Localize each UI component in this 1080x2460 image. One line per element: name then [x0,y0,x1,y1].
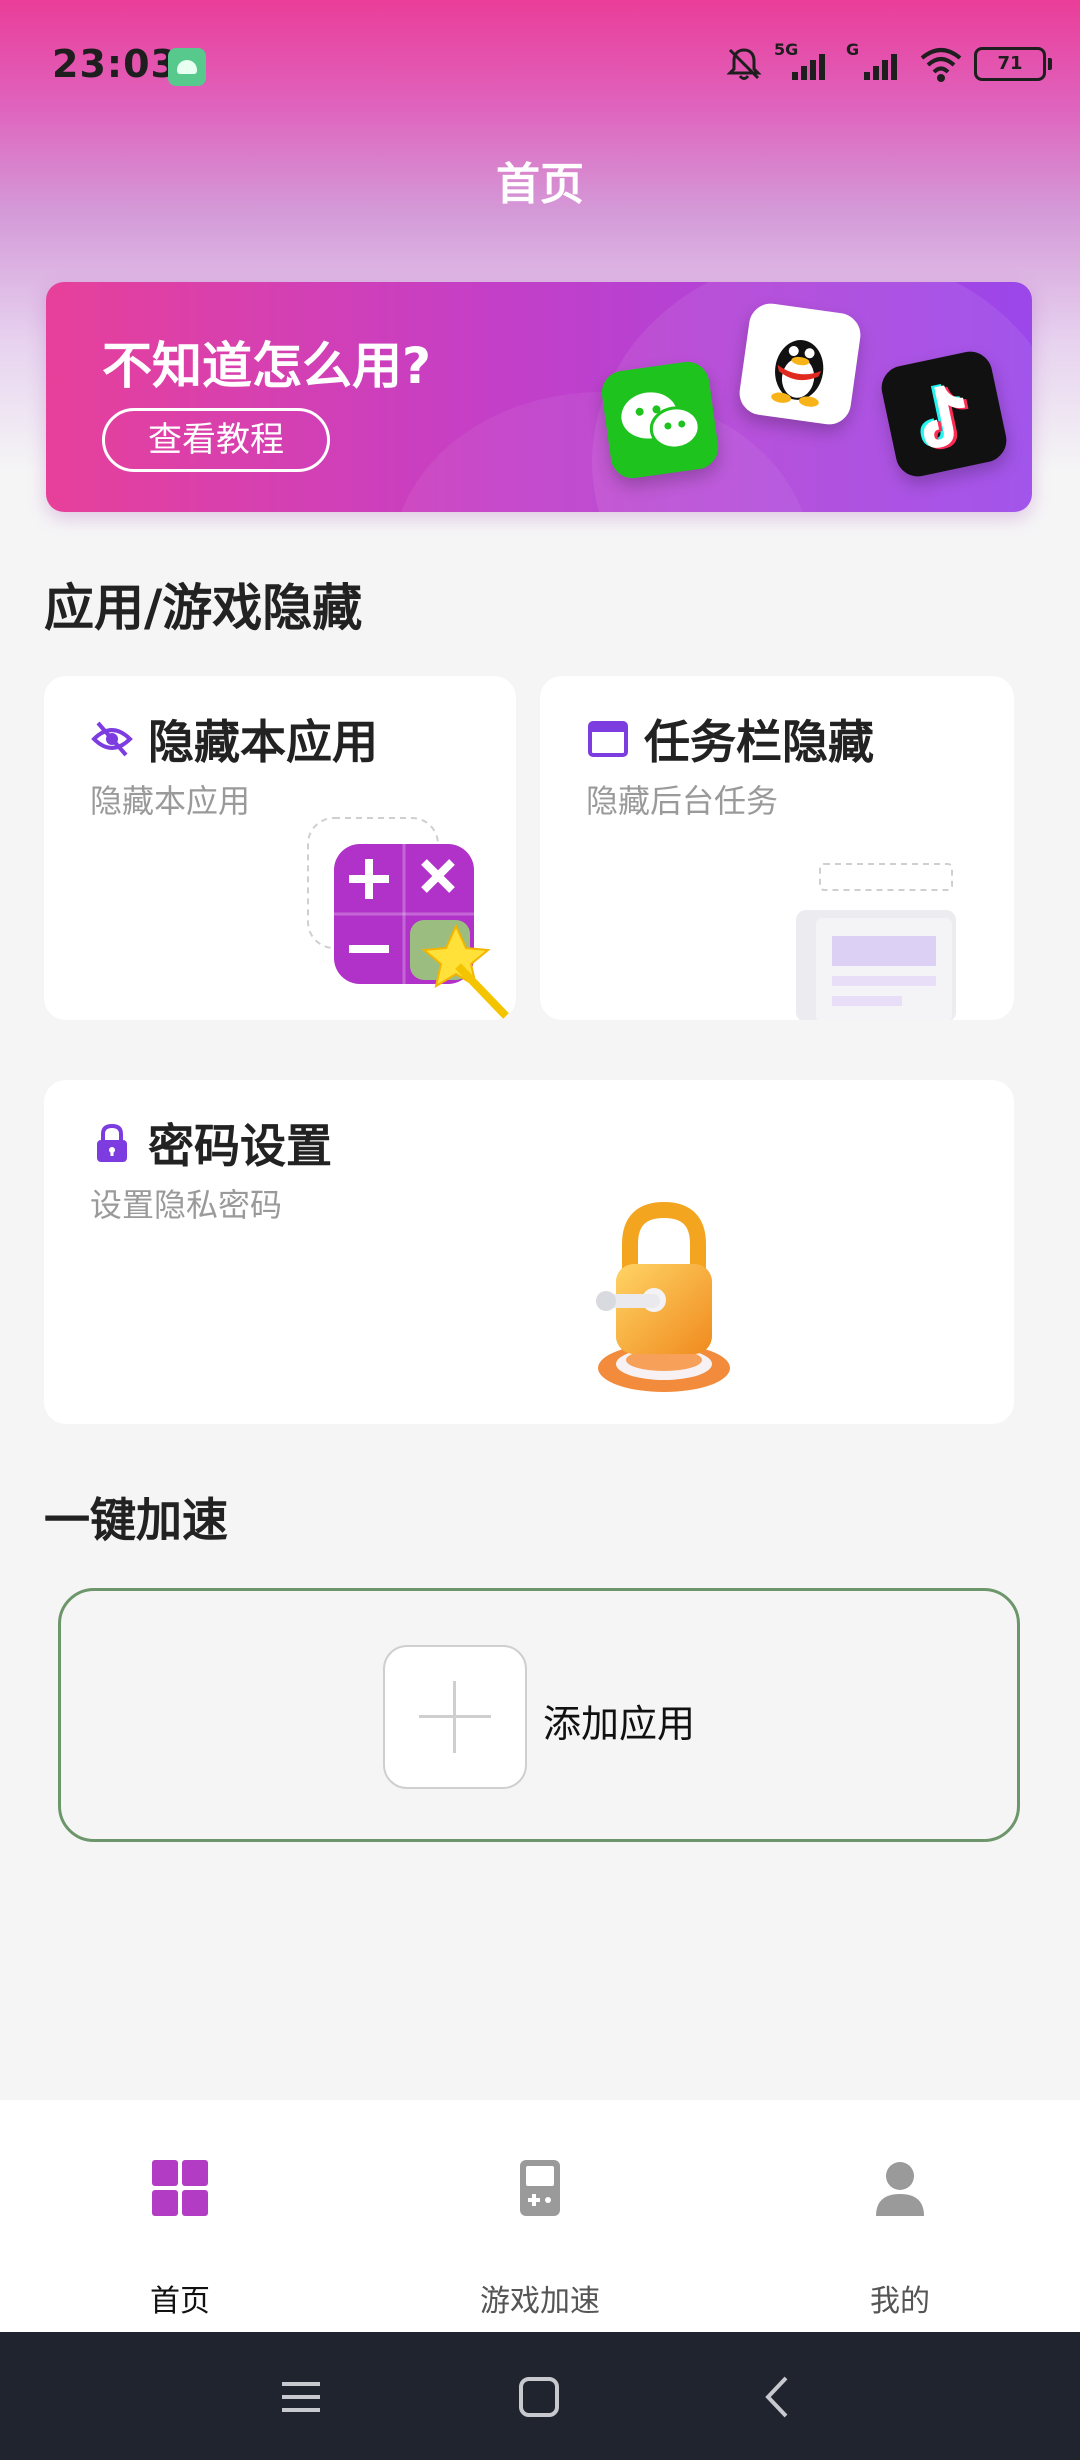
lock-icon [97,1123,127,1162]
taskbar-illustration-icon [796,863,956,1020]
menu-icon[interactable] [278,2374,324,2420]
status-icons: 5G G 71 [724,40,1052,84]
person-icon [876,2162,924,2216]
taskbar-hide-subtitle: 隐藏后台任务 [586,782,779,820]
tutorial-banner[interactable]: 不知道怎么用? 查看教程 [46,282,1032,512]
sim2-label: G [846,40,860,59]
battery-icon: 71 [974,47,1052,81]
wifi-icon [920,48,962,82]
home-square-icon[interactable] [516,2374,562,2420]
hide-app-card[interactable]: 隐藏本应用 隐藏本应用 [44,676,516,1020]
grid-icon [152,2160,208,2216]
tiktok-icon [877,347,1011,481]
one-click-accelerate-panel: 添加应用 [58,1588,1020,1842]
password-title: 密码设置 [90,1110,332,1176]
password-title-text: 密码设置 [148,1119,332,1173]
add-app-label[interactable]: 添加应用 [543,1693,695,1748]
view-tutorial-button[interactable]: 查看教程 [102,408,330,472]
section-title-hide: 应用/游戏隐藏 [44,579,363,637]
add-app-button[interactable] [383,1645,527,1789]
taskbar-hide-title-text: 任务栏隐藏 [644,715,874,769]
status-time: 23:03 [52,42,178,86]
nav-label-game-accelerate: 游戏加速 [480,2284,600,2319]
bell-off-icon [726,48,762,80]
window-icon [588,721,628,757]
nav-item-home[interactable]: 首页 [30,2100,330,2332]
calculator-illustration-icon [307,817,509,1019]
qq-icon [736,300,864,428]
back-chevron-icon[interactable] [756,2374,802,2420]
banner-text: 不知道怎么用? [102,337,432,395]
taskbar-hide-title: 任务栏隐藏 [586,706,874,772]
hide-app-title: 隐藏本应用 [90,706,378,772]
page-title: 首页 [496,159,584,210]
nav-label-mine: 我的 [870,2284,930,2319]
nav-item-mine[interactable]: 我的 [750,2100,1050,2332]
password-subtitle: 设置隐私密码 [90,1186,283,1224]
nav-label-home: 首页 [150,2284,210,2319]
taskbar-hide-card[interactable]: 任务栏隐藏 隐藏后台任务 [540,676,1014,1020]
signal-icon-sim1: 5G [774,40,836,84]
padlock-illustration-icon [596,1201,730,1392]
section-title-accelerate: 一键加速 [44,1493,228,1547]
system-navigation-bar [0,2332,1080,2460]
hide-app-title-text: 隐藏本应用 [148,715,378,769]
bottom-navigation: 首页 游戏加速 我的 [0,2100,1080,2332]
hide-app-subtitle: 隐藏本应用 [90,782,251,820]
signal-icon-sim2: G [846,40,908,84]
gameboy-icon [520,2160,560,2216]
nav-item-game-accelerate[interactable]: 游戏加速 [390,2100,690,2332]
status-bar: 23:03 5G G 71 [0,0,1080,130]
eye-off-icon [91,721,133,757]
password-settings-card[interactable]: 密码设置 设置隐私密码 [44,1080,1014,1424]
wechat-icon [599,359,721,481]
android-notification-icon [168,48,206,86]
